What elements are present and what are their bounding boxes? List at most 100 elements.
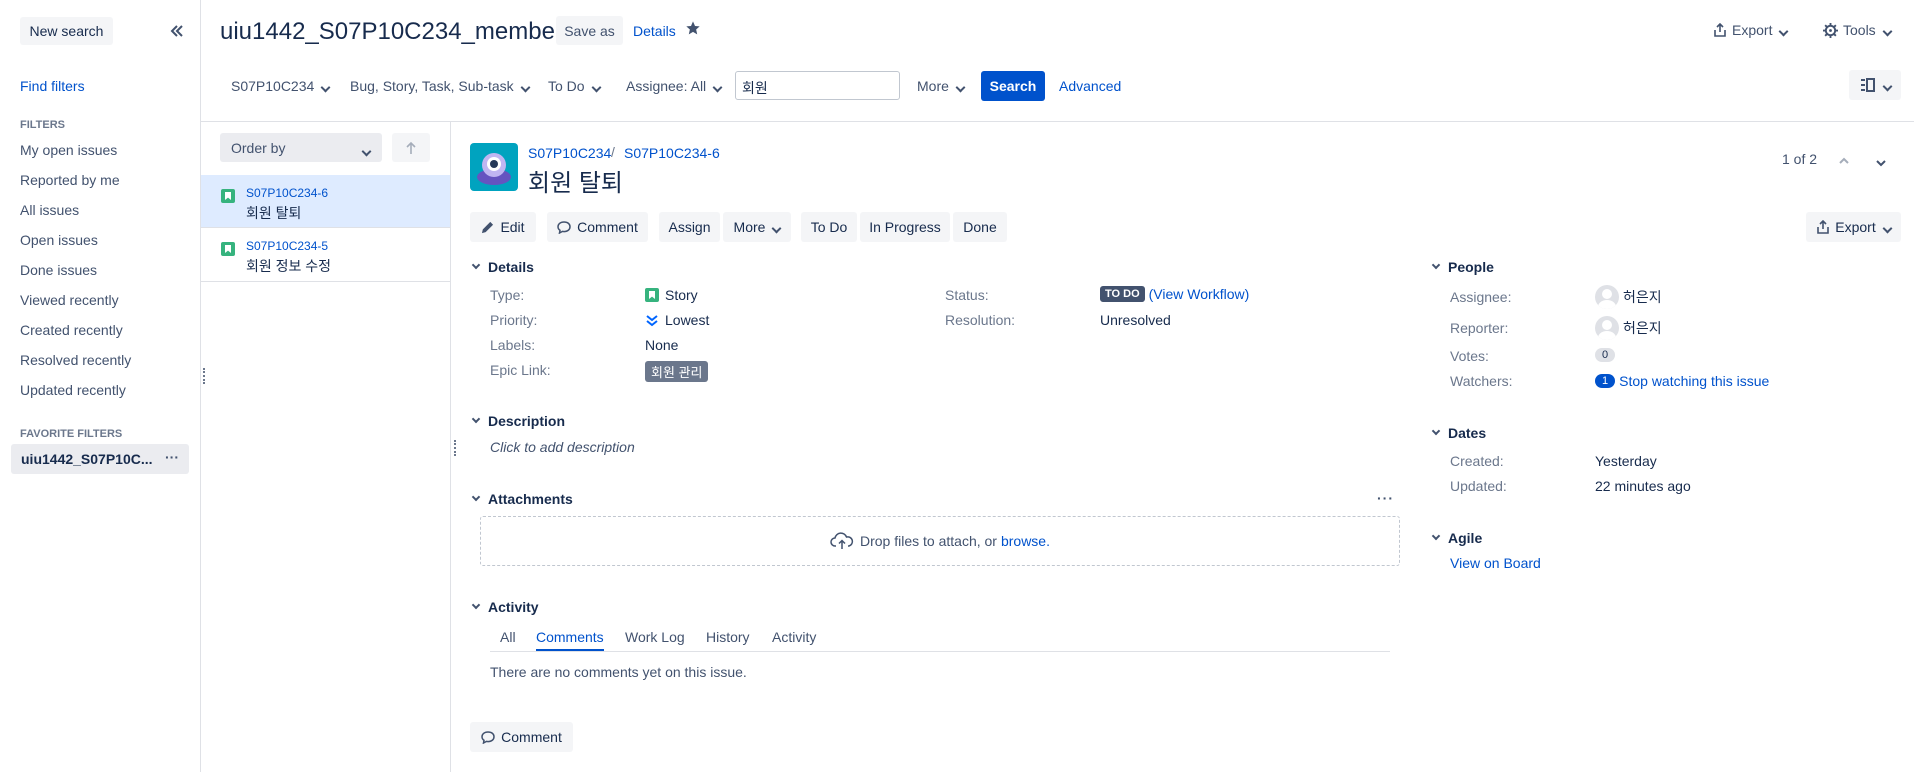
story-icon (221, 242, 235, 256)
project-filter[interactable]: S07P10C234 (231, 78, 329, 94)
assignee-filter[interactable]: Assignee: All (626, 78, 721, 94)
status-lozenge: TO DO (1100, 286, 1145, 302)
stop-watching-link[interactable]: Stop watching this issue (1619, 373, 1769, 389)
agile-heading[interactable]: Agile (1430, 530, 1482, 546)
collapse-sidebar-icon[interactable] (168, 22, 186, 40)
issue-key: S07P10C234-6 (246, 186, 329, 200)
filter-my-open-issues[interactable]: My open issues (20, 142, 117, 158)
order-by-select[interactable]: Order by (220, 133, 382, 162)
filter-created-recently[interactable]: Created recently (20, 322, 123, 338)
issue-summary-title[interactable]: 회원 탈퇴 (528, 163, 623, 198)
priority-label: Priority: (490, 312, 538, 328)
list-view-icon (1860, 78, 1875, 92)
attachments-heading[interactable]: Attachments (470, 491, 573, 507)
gear-icon (1823, 22, 1838, 38)
assignee-value[interactable]: 허은지 (1595, 285, 1662, 309)
comment-label: Comment (577, 219, 638, 235)
priority-value: Lowest (645, 312, 709, 328)
find-filters-link[interactable]: Find filters (20, 78, 85, 94)
epic-link-lozenge[interactable]: 회원 관리 (645, 361, 709, 382)
tab-work-log[interactable]: Work Log (625, 629, 685, 645)
resolution-label: Resolution: (945, 312, 1016, 328)
breadcrumb-project[interactable]: S07P10C234 (528, 145, 611, 161)
activity-tabs (490, 651, 1390, 652)
dates-heading-label: Dates (1448, 425, 1487, 441)
description-heading[interactable]: Description (470, 413, 565, 429)
filter-updated-recently[interactable]: Updated recently (20, 382, 126, 398)
breadcrumb-issue-key[interactable]: S07P10C234-6 (624, 145, 720, 161)
order-by-label: Order by (231, 140, 286, 156)
chevron-down-icon (585, 78, 600, 94)
browse-link[interactable]: browse. (1001, 533, 1050, 549)
chevron-down-icon (765, 219, 780, 235)
chevron-down-icon (1431, 531, 1441, 541)
sidebar-resize-handle[interactable] (203, 368, 205, 384)
new-search-button[interactable]: New search (20, 17, 113, 45)
search-button[interactable]: Search (981, 71, 1045, 101)
details-heading[interactable]: Details (470, 259, 534, 275)
more-filter[interactable]: More (917, 78, 964, 94)
favorite-filter-item[interactable]: uiu1442_S07P10C... ··· (11, 444, 189, 474)
edit-button[interactable]: Edit (470, 212, 536, 242)
more-actions-label: More (733, 219, 766, 235)
filter-viewed-recently[interactable]: Viewed recently (20, 292, 119, 308)
export-button[interactable]: Export (1713, 22, 1787, 38)
bottom-comment-button[interactable]: Comment (470, 722, 573, 752)
sort-direction-button[interactable] (392, 133, 430, 162)
export-icon (1714, 23, 1726, 37)
reporter-value[interactable]: 허은지 (1595, 316, 1662, 340)
favorite-filters-heading: FAVORITE FILTERS (20, 428, 123, 440)
header-divider (201, 121, 1914, 122)
status-filter[interactable]: To Do (548, 78, 600, 94)
votes-badge[interactable]: 0 (1595, 348, 1616, 362)
chevron-down-icon (1876, 22, 1891, 38)
chevron-down-icon (1876, 77, 1891, 93)
chevron-down-icon (471, 492, 481, 502)
filter-open-issues[interactable]: Open issues (20, 232, 98, 248)
tab-history[interactable]: History (706, 629, 750, 645)
layout-switcher-button[interactable] (1849, 70, 1901, 100)
agile-heading-label: Agile (1448, 530, 1483, 546)
transition-in-progress-button[interactable]: In Progress (860, 212, 950, 242)
tab-all[interactable]: All (500, 629, 516, 645)
watchers-badge[interactable]: 1 (1595, 374, 1616, 388)
type-text: Story (665, 287, 698, 303)
list-item[interactable]: S07P10C234-5 회원 정보 수정 (201, 228, 450, 282)
filter-all-issues[interactable]: All issues (20, 202, 79, 218)
attachment-dropzone[interactable]: Drop files to attach, or browse. (480, 516, 1400, 566)
advanced-link[interactable]: Advanced (1059, 78, 1121, 94)
issue-export-button[interactable]: Export (1806, 212, 1901, 242)
cloud-upload-icon (830, 532, 854, 549)
list-resize-handle[interactable] (454, 440, 456, 456)
chevron-down-icon (1876, 219, 1891, 235)
assign-button[interactable]: Assign (659, 212, 720, 242)
updated-label: Updated: (1450, 478, 1507, 494)
tab-activity[interactable]: Activity (772, 629, 816, 645)
tab-comments[interactable]: Comments (536, 629, 604, 651)
dates-heading[interactable]: Dates (1430, 425, 1486, 441)
description-placeholder[interactable]: Click to add description (490, 439, 635, 455)
activity-heading[interactable]: Activity (470, 599, 539, 615)
previous-issue-icon[interactable] (1838, 153, 1850, 169)
details-link[interactable]: Details (633, 23, 676, 39)
view-on-board-link[interactable]: View on Board (1450, 555, 1541, 571)
view-workflow-link[interactable]: (View Workflow) (1149, 286, 1250, 302)
text-search-input[interactable]: 회원 (735, 71, 900, 100)
more-actions-button[interactable]: More (723, 212, 791, 242)
attachments-more-icon[interactable]: ··· (1377, 490, 1394, 506)
type-filter[interactable]: Bug, Story, Task, Sub-task (350, 78, 529, 94)
favorite-more-icon[interactable]: ··· (165, 449, 179, 465)
filter-resolved-recently[interactable]: Resolved recently (20, 352, 131, 368)
list-item[interactable]: S07P10C234-6 회원 탈퇴 (201, 175, 450, 228)
filter-done-issues[interactable]: Done issues (20, 262, 97, 278)
transition-todo-button[interactable]: To Do (801, 212, 857, 242)
star-icon[interactable] (685, 20, 701, 39)
save-as-button[interactable]: Save as (556, 16, 623, 45)
comment-button[interactable]: Comment (547, 212, 648, 242)
filter-reported-by-me[interactable]: Reported by me (20, 172, 120, 188)
chevron-down-icon (355, 142, 370, 158)
people-heading[interactable]: People (1430, 259, 1494, 275)
next-issue-icon[interactable] (1875, 155, 1887, 171)
transition-done-button[interactable]: Done (953, 212, 1007, 242)
tools-button[interactable]: Tools (1823, 22, 1891, 38)
